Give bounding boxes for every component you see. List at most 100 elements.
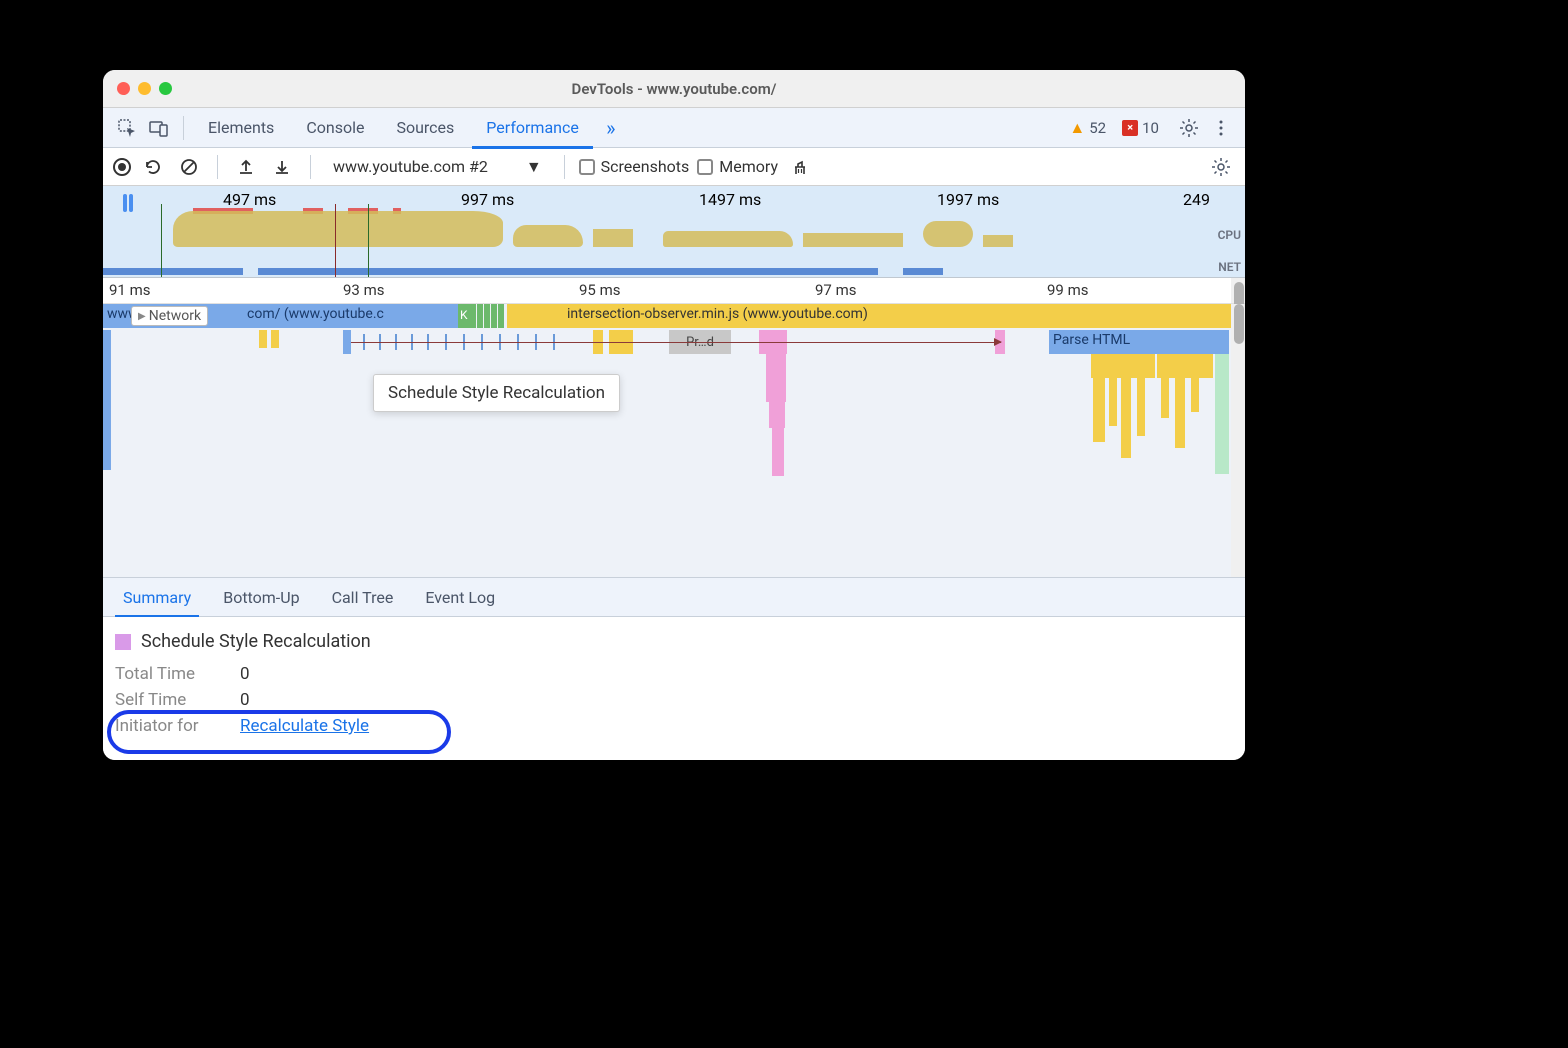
flame-block[interactable] — [259, 330, 267, 348]
record-button[interactable] — [113, 158, 131, 176]
kebab-menu-icon[interactable] — [1207, 114, 1235, 142]
flame-block-script[interactable]: intersection-observer.min.js (www.youtub… — [517, 304, 1237, 328]
timeline-overview[interactable]: 497 ms 997 ms 1497 ms 1997 ms 249 CPU NE… — [103, 186, 1245, 278]
network-chip[interactable]: ▶ Network — [131, 306, 208, 326]
flame-block[interactable] — [1157, 354, 1213, 378]
flame-block[interactable] — [484, 304, 490, 328]
flame-block[interactable] — [470, 304, 476, 328]
upload-icon[interactable] — [232, 153, 260, 181]
checkbox-icon — [697, 159, 713, 175]
detail-tabs: Summary Bottom-Up Call Tree Event Log — [103, 577, 1245, 617]
error-icon: × — [1122, 120, 1138, 136]
flame-block[interactable]: K — [458, 304, 470, 328]
overview-tick: 497 ms — [223, 190, 276, 209]
tab-sources[interactable]: Sources — [382, 108, 468, 148]
flame-block[interactable] — [547, 304, 555, 328]
flame-block[interactable] — [1175, 378, 1185, 448]
flame-block[interactable] — [1191, 378, 1199, 412]
flame-block[interactable] — [766, 354, 786, 402]
flame-block[interactable] — [1161, 378, 1169, 418]
flame-block[interactable] — [477, 304, 483, 328]
tab-event-log[interactable]: Event Log — [409, 577, 511, 617]
titlebar: DevTools - www.youtube.com/ — [103, 70, 1245, 108]
initiator-label: Initiator for — [115, 716, 220, 736]
overview-tick: 1997 ms — [937, 190, 999, 209]
flame-row: www ▶ Network com/ (www.youtube.c K inte… — [103, 304, 1245, 328]
tab-call-tree[interactable]: Call Tree — [316, 577, 410, 617]
screenshots-label: Screenshots — [601, 157, 690, 176]
self-time-value: 0 — [240, 690, 250, 710]
flame-tooltip: Schedule Style Recalculation — [373, 374, 620, 412]
settings-icon[interactable] — [1175, 114, 1203, 142]
overview-tick: 997 ms — [461, 190, 514, 209]
self-time-label: Self Time — [115, 690, 220, 710]
flame-block[interactable] — [1109, 378, 1117, 426]
warning-icon: ▲ — [1069, 118, 1085, 138]
device-toggle-icon[interactable] — [145, 114, 173, 142]
maximize-window-button[interactable] — [159, 82, 172, 95]
flame-block[interactable] — [498, 304, 504, 328]
flame-block[interactable] — [271, 330, 279, 348]
panel-settings-icon[interactable] — [1207, 153, 1235, 181]
ruler-tick: 97 ms — [815, 281, 856, 299]
devtools-window: DevTools - www.youtube.com/ Elements Con… — [103, 70, 1245, 760]
flame-block[interactable] — [539, 304, 547, 328]
flame-block[interactable] — [769, 402, 785, 428]
flame-block[interactable] — [103, 330, 111, 470]
tab-console[interactable]: Console — [292, 108, 378, 148]
traffic-lights — [117, 82, 172, 95]
tab-elements[interactable]: Elements — [194, 108, 288, 148]
ruler-tick: 93 ms — [343, 281, 384, 299]
total-time-label: Total Time — [115, 664, 220, 684]
flame-block[interactable] — [772, 428, 784, 476]
profile-name: www.youtube.com #2 — [333, 157, 488, 176]
performance-toolbar: www.youtube.com #2 ▼ Screenshots Memory — [103, 148, 1245, 186]
flame-block-parse-html[interactable]: Parse HTML — [1049, 330, 1229, 354]
profile-selector[interactable]: www.youtube.com #2 ▼ — [325, 157, 550, 177]
flame-chart[interactable]: www ▶ Network com/ (www.youtube.c K inte… — [103, 304, 1245, 577]
flame-block[interactable]: com/ (www.youtube.c — [243, 304, 458, 328]
window-title: DevTools - www.youtube.com/ — [572, 80, 777, 98]
overview-tick: 1497 ms — [699, 190, 761, 209]
flame-block[interactable] — [1137, 378, 1145, 436]
tab-performance[interactable]: Performance — [472, 108, 593, 148]
event-color-chip — [115, 634, 131, 650]
inspect-element-icon[interactable] — [113, 114, 141, 142]
initiator-arrow — [351, 342, 1001, 343]
tab-summary[interactable]: Summary — [107, 577, 207, 617]
scrollbar[interactable] — [1231, 278, 1245, 303]
flame-block[interactable] — [531, 304, 539, 328]
flame-block[interactable] — [1215, 354, 1229, 474]
summary-panel: Schedule Style Recalculation Total Time … — [103, 617, 1245, 760]
reload-button[interactable] — [139, 153, 167, 181]
block-label: K — [458, 308, 470, 322]
total-time-value: 0 — [240, 664, 250, 684]
flame-block[interactable] — [491, 304, 497, 328]
ruler-tick: 95 ms — [579, 281, 620, 299]
network-chip-label: Network — [149, 308, 201, 324]
chevron-right-icon: ▶ — [138, 311, 146, 322]
chevron-down-icon: ▼ — [526, 157, 542, 177]
memory-checkbox[interactable]: Memory — [697, 157, 778, 176]
scrollbar[interactable] — [1231, 304, 1245, 577]
flame-block[interactable] — [1091, 354, 1155, 378]
net-label: NET — [1218, 260, 1241, 274]
more-tabs-icon[interactable]: » — [597, 114, 625, 142]
flame-block[interactable] — [1093, 378, 1105, 442]
screenshots-checkbox[interactable]: Screenshots — [579, 157, 690, 176]
close-window-button[interactable] — [117, 82, 130, 95]
flame-block[interactable] — [513, 304, 521, 328]
initiator-link[interactable]: Recalculate Style — [240, 716, 369, 736]
download-icon[interactable] — [268, 153, 296, 181]
flame-block[interactable] — [523, 304, 531, 328]
minimize-window-button[interactable] — [138, 82, 151, 95]
errors-count[interactable]: × 10 — [1122, 119, 1159, 137]
flame-block[interactable] — [343, 330, 351, 354]
flame-block[interactable] — [1121, 378, 1131, 458]
warnings-count[interactable]: ▲ 52 — [1069, 118, 1106, 138]
overview-tick: 249 — [1183, 190, 1210, 209]
tab-bottom-up[interactable]: Bottom-Up — [207, 577, 315, 617]
garbage-collect-icon[interactable] — [786, 153, 814, 181]
clear-button[interactable] — [175, 153, 203, 181]
ruler-tick: 91 ms — [109, 281, 150, 299]
